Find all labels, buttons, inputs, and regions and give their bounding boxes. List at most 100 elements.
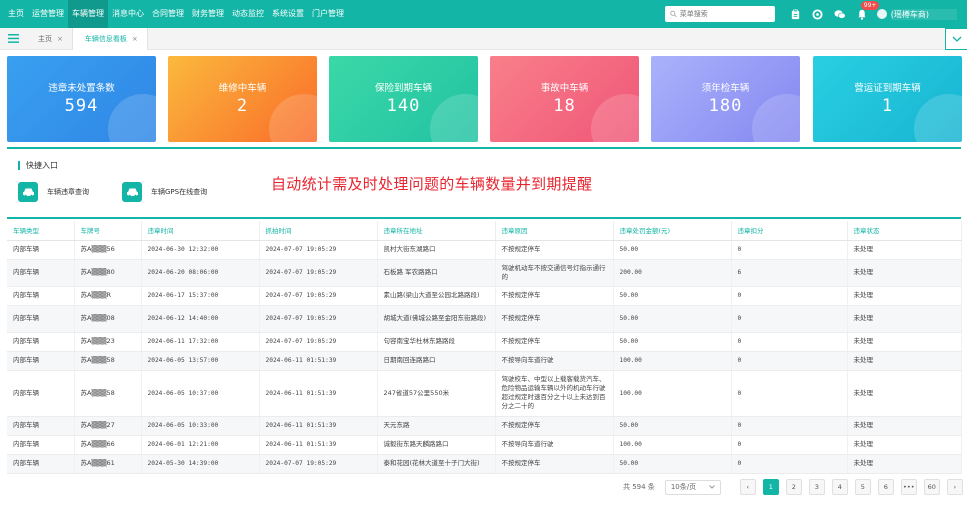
stat-card-label: 维修中车辆 — [218, 83, 267, 94]
table-cell: 2024-06-17 15:37:00 — [141, 286, 260, 306]
table-cell: 2024-07-07 19:05:29 — [259, 305, 378, 333]
table-cell: 苏A▒▒▒80 — [74, 259, 142, 287]
quick-link-label: 车辆违章查询 — [47, 188, 89, 196]
table-cell: 未处理 — [847, 416, 962, 436]
table-cell: 100.00 — [613, 370, 732, 417]
table-cell: 0 — [731, 370, 848, 417]
page-size-select[interactable]: 10条/页 — [664, 479, 721, 495]
page-button[interactable]: 6 — [877, 479, 894, 495]
chevron-down-icon — [952, 36, 961, 42]
column-header: 违章扣分 — [731, 221, 848, 241]
table-row[interactable]: 内部车辆 苏A▒▒▒23 2024-06-11 17:32:00 2024-07-07… — [7, 332, 962, 352]
table-cell: 天元东路 — [377, 416, 496, 436]
table-row[interactable]: 内部车辆 苏A▒▒▒66 2024-06-01 12:21:00 2024-06-11… — [7, 435, 962, 455]
user-menu[interactable]: (瑶樽车商) — [876, 8, 957, 20]
stat-card[interactable]: 事故中车辆 18 — [490, 56, 639, 142]
hamburger-menu-icon[interactable] — [0, 28, 26, 50]
menu-item[interactable]: 系统设置 — [268, 0, 308, 28]
tab-home[interactable]: 主页 × — [26, 27, 73, 50]
menu-item[interactable]: 门户管理 — [308, 0, 348, 28]
quick-link-violation-query[interactable]: 车辆违章查询 — [18, 182, 89, 202]
stat-card[interactable]: 维修中车辆 2 — [168, 56, 317, 142]
page-ellipsis[interactable]: ••• — [900, 479, 917, 495]
table-cell: 诚毅街东路天麟路路口 — [377, 435, 496, 455]
table-row[interactable]: 内部车辆 苏A▒▒▒80 2024-06-20 08:06:00 2024-07-07… — [7, 259, 962, 287]
table-cell: 200.00 — [613, 259, 732, 287]
table-row[interactable]: 内部车辆 苏A▒▒▒58 2024-06-05 10:37:00 2024-06-11… — [7, 370, 962, 417]
menu-search-box[interactable] — [664, 6, 775, 22]
column-header: 违章所在地址 — [377, 221, 496, 241]
stat-card-label: 事故中车辆 — [540, 83, 589, 94]
table-cell: 2024-06-12 14:40:00 — [141, 305, 260, 333]
total-count: 共 594 条 — [623, 483, 655, 491]
table-cell: 不按规定停车 — [495, 286, 614, 306]
table-cell: 内部车辆 — [7, 259, 75, 287]
table-cell: 不按规定停车 — [495, 240, 614, 260]
menu-item[interactable]: 消息中心 — [108, 0, 148, 28]
table-row[interactable]: 内部车辆 苏A▒▒▒R 2024-06-17 15:37:00 2024-07-07 … — [7, 286, 962, 306]
notification-badge: 99+ — [860, 1, 880, 10]
close-icon[interactable]: × — [132, 35, 138, 43]
menu-item[interactable]: 主页 — [4, 0, 28, 28]
table-cell: 50.00 — [613, 416, 732, 436]
table-row[interactable]: 内部车辆 苏A▒▒▒27 2024-06-05 10:33:00 2024-06-11… — [7, 416, 962, 436]
table-row[interactable]: 内部车辆 苏A▒▒▒58 2024-06-05 13:57:00 2024-06-11… — [7, 351, 962, 371]
table-cell: 苏A▒▒▒58 — [74, 351, 142, 371]
page-button[interactable]: 5 — [854, 479, 871, 495]
quick-link-gps-query[interactable]: 车辆GPS在线查询 — [122, 182, 207, 202]
stat-card[interactable]: 须年检车辆 180 — [651, 56, 800, 142]
page-button[interactable]: 4 — [831, 479, 848, 495]
quick-entry-panel: 快捷入口 车辆违章查询 车辆GPS在线查询 自动统计需及时处理问题的车辆数量并到… — [7, 147, 961, 219]
prev-page-button[interactable]: ‹ — [739, 479, 756, 495]
table-cell: 不按导向车道行驶 — [495, 435, 614, 455]
gear-icon[interactable] — [811, 7, 825, 21]
table-cell: 100.00 — [613, 351, 732, 371]
table-cell: 50.00 — [613, 332, 732, 352]
table-cell: 247省道57公里550米 — [377, 370, 496, 417]
table-cell: 苏A▒▒▒23 — [74, 332, 142, 352]
column-header: 违章状态 — [847, 221, 962, 241]
menu-item[interactable]: 运营管理 — [28, 0, 68, 28]
table-cell: 2024-07-07 19:05:29 — [259, 286, 378, 306]
page-button[interactable]: 3 — [808, 479, 825, 495]
close-icon[interactable]: × — [57, 35, 63, 43]
table-cell: 2024-06-11 01:51:39 — [259, 351, 378, 371]
table-cell: 内部车辆 — [7, 240, 75, 260]
clipboard-icon[interactable] — [789, 7, 803, 21]
stat-card-value: 1 — [881, 96, 894, 116]
table-cell: 驾驶校车、中型以上载客载货汽车、危险物品运输车辆以外的机动车行驶超过规定时速百分… — [495, 370, 614, 417]
stat-card[interactable]: 保险到期车辆 140 — [329, 56, 478, 142]
menu-search-input[interactable] — [679, 10, 770, 18]
page-button[interactable]: 1 — [762, 479, 779, 495]
menu-item[interactable]: 财务管理 — [188, 0, 228, 28]
bell-icon[interactable]: 99+ — [855, 1, 880, 21]
next-page-button[interactable]: › — [946, 479, 963, 495]
tab-label: 车辆信息看板 — [84, 34, 127, 43]
table-row[interactable]: 内部车辆 苏A▒▒▒08 2024-06-12 14:40:00 2024-07-07… — [7, 305, 962, 333]
stat-card[interactable]: 营运证到期车辆 1 — [813, 56, 962, 142]
tab-vehicle-dashboard[interactable]: 车辆信息看板 × — [72, 27, 148, 50]
table-cell: 句容南宝华杜林东路路段 — [377, 332, 496, 352]
menu-item[interactable]: 动态监控 — [228, 0, 268, 28]
table-cell: 6 — [731, 259, 848, 287]
tab-label: 主页 — [38, 34, 52, 43]
table-row[interactable]: 内部车辆 苏A▒▒▒56 2024-06-30 12:32:00 2024-07-07… — [7, 240, 962, 260]
avatar — [876, 9, 887, 19]
table-cell: 2024-06-05 13:57:00 — [141, 351, 260, 371]
table-cell: 内部车辆 — [7, 416, 75, 436]
page-button[interactable]: 60 — [923, 479, 940, 495]
table-cell: 不按规定停车 — [495, 416, 614, 436]
table-cell: 苏A▒▒▒61 — [74, 454, 142, 474]
menu-item[interactable]: 合同管理 — [148, 0, 188, 28]
stat-card[interactable]: 违章未处置条数 594 — [7, 56, 156, 142]
car-icon — [122, 182, 142, 202]
table-cell: 未处理 — [847, 240, 962, 260]
page-button[interactable]: 2 — [785, 479, 802, 495]
table-cell: 未处理 — [847, 332, 962, 352]
table-row[interactable]: 内部车辆 苏A▒▒▒61 2024-05-30 14:39:00 2024-07-07… — [7, 454, 962, 474]
table-cell: 凯村大街东湖路口 — [377, 240, 496, 260]
tabs-dropdown-button[interactable] — [945, 28, 967, 50]
stat-card-value: 180 — [708, 96, 743, 116]
menu-item[interactable]: 车辆管理 — [68, 0, 108, 28]
wechat-icon[interactable] — [833, 7, 847, 21]
